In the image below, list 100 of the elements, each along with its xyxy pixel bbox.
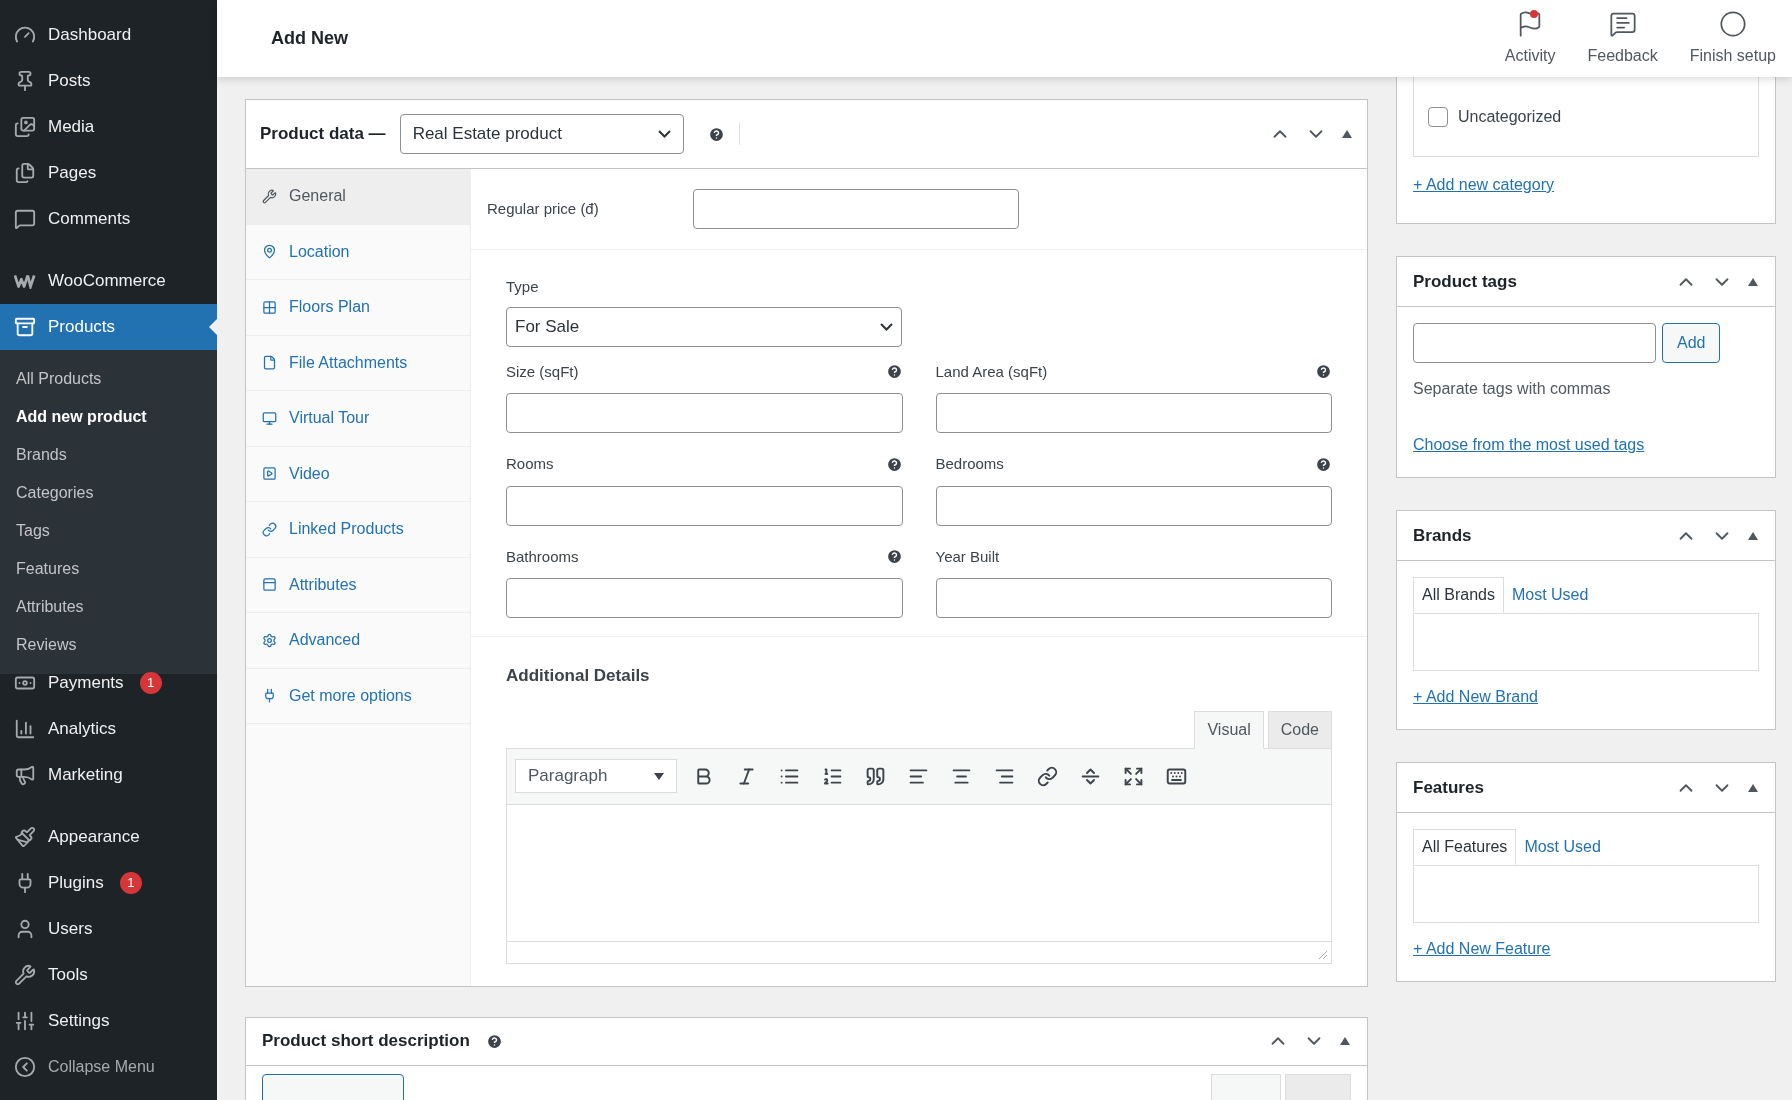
- tag-field[interactable]: [1413, 323, 1656, 363]
- box-title: Features: [1413, 776, 1484, 799]
- collapse-toggle-icon[interactable]: [1747, 782, 1759, 793]
- submenu-item[interactable]: Attributes: [0, 588, 217, 626]
- box-title: Product tags: [1413, 270, 1517, 293]
- data-tab[interactable]: Get more options: [246, 668, 470, 724]
- paintbrush-icon: [14, 826, 36, 848]
- header-action[interactable]: Feedback: [1571, 9, 1674, 68]
- data-tab[interactable]: Linked Products: [246, 502, 470, 558]
- add-term-link[interactable]: + Add New Feature: [1413, 937, 1759, 961]
- menu-item[interactable]: Users: [0, 906, 217, 952]
- hint-text: Separate tags with commas: [1413, 379, 1612, 399]
- text-field[interactable]: [506, 485, 903, 526]
- menu-item[interactable]: Tools: [0, 952, 217, 998]
- add-term-link[interactable]: + Add New Brand: [1413, 685, 1759, 709]
- panel-title: Product data —: [260, 123, 386, 146]
- monitor-icon: [262, 410, 277, 426]
- menu-item[interactable]: Products: [0, 304, 217, 350]
- text-field[interactable]: [935, 485, 1332, 526]
- taxonomy-tab[interactable]: Most Used: [1516, 829, 1609, 865]
- data-tab[interactable]: Location: [246, 224, 470, 280]
- caret-icon: [657, 130, 671, 138]
- add-category-link[interactable]: + Add new category: [1413, 173, 1759, 197]
- submenu-item[interactable]: Features: [0, 550, 217, 588]
- link-icon: [262, 521, 277, 537]
- menu-item[interactable]: Marketing: [0, 752, 217, 798]
- checkbox-label: Uncategorized: [1458, 106, 1562, 127]
- collapse-toggle-icon[interactable]: [1341, 129, 1353, 139]
- submenu-item[interactable]: Brands: [0, 436, 217, 474]
- wrench-icon: [14, 964, 36, 986]
- field-label: Year Built: [935, 546, 1000, 567]
- text-field[interactable]: [935, 393, 1332, 433]
- field-label: Bathrooms: [506, 546, 579, 567]
- text-field[interactable]: [506, 578, 903, 618]
- count-badge: 1: [139, 672, 162, 694]
- data-tab[interactable]: Attributes: [246, 557, 470, 613]
- menu-item[interactable]: WooCommerce: [0, 258, 217, 304]
- data-tab[interactable]: General: [246, 169, 470, 225]
- sliders-icon: [14, 1010, 36, 1032]
- file-icon: [262, 355, 277, 371]
- count-badge: 1: [119, 872, 142, 894]
- map-pin-icon: [262, 244, 277, 260]
- menu-item[interactable]: Collapse Menu: [0, 1044, 217, 1090]
- panel-icon: [262, 577, 277, 593]
- data-tab[interactable]: Floors Plan: [246, 280, 470, 336]
- format-select[interactable]: Paragraph: [515, 759, 677, 793]
- grid-icon: [262, 299, 277, 315]
- box-title: Product short description: [262, 1030, 470, 1053]
- taxonomy-tab[interactable]: All Brands: [1413, 577, 1504, 613]
- collapse-toggle-icon[interactable]: [1747, 276, 1759, 287]
- menu-item[interactable]: Settings: [0, 998, 217, 1044]
- pages-icon: [14, 162, 36, 184]
- field-label: Land Area (sqFt): [935, 361, 1048, 382]
- wrench-icon: [262, 188, 277, 204]
- menu-item[interactable]: Analytics: [0, 706, 217, 752]
- checkbox[interactable]: [1428, 106, 1448, 127]
- data-tab[interactable]: File Attachments: [246, 335, 470, 391]
- taxonomy-tab[interactable]: Most Used: [1503, 577, 1597, 613]
- menu-item[interactable]: Appearance: [0, 814, 217, 860]
- data-tab[interactable]: Video: [246, 446, 470, 502]
- rich-text-editor[interactable]: Paragraph: [506, 747, 1332, 964]
- header-action[interactable]: Finish setup: [1673, 9, 1792, 68]
- submenu-item[interactable]: Categories: [0, 474, 217, 512]
- megaphone-icon: [14, 764, 36, 786]
- menu-item[interactable]: Comments: [0, 196, 217, 242]
- menu-item[interactable]: Plugins 1: [0, 860, 217, 906]
- submenu-item[interactable]: Tags: [0, 512, 217, 550]
- images-icon: [14, 116, 36, 138]
- data-tab[interactable]: Advanced: [246, 613, 470, 669]
- data-tab[interactable]: Virtual Tour: [246, 391, 470, 447]
- most-used-tags-link[interactable]: Choose from the most used tags: [1413, 433, 1759, 457]
- field-label: Rooms: [506, 454, 554, 474]
- text-field[interactable]: [935, 578, 1332, 618]
- collapse-icon: [14, 1056, 36, 1078]
- collapse-toggle-icon[interactable]: [1339, 1036, 1351, 1046]
- header-action[interactable]: Activity: [1488, 9, 1572, 68]
- collapse-toggle-icon[interactable]: [1747, 530, 1759, 541]
- submenu-item[interactable]: Add new product: [0, 398, 217, 436]
- type-select[interactable]: For Sale: [506, 306, 902, 347]
- field-label: Size (sqFt): [506, 361, 579, 382]
- taxonomy-tab[interactable]: All Features: [1413, 829, 1517, 865]
- editor-tab[interactable]: Code: [1267, 710, 1332, 749]
- menu-item[interactable]: Dashboard: [0, 12, 217, 58]
- menu-item[interactable]: Media: [0, 104, 217, 150]
- menu-item[interactable]: Posts: [0, 58, 217, 104]
- speech-bubble-icon: [14, 208, 36, 230]
- blockquote-icon: [865, 765, 886, 787]
- menu-item[interactable]: Pages: [0, 150, 217, 196]
- bar-chart-icon: [14, 718, 36, 740]
- text-field[interactable]: [506, 393, 903, 433]
- editor-tab[interactable]: Visual: [1194, 710, 1264, 749]
- box-title: Brands: [1413, 524, 1472, 547]
- play-icon: [262, 466, 277, 482]
- resize-handle-icon[interactable]: [1318, 949, 1328, 960]
- gear-icon: [262, 632, 277, 648]
- caret-icon: [654, 772, 664, 780]
- price-field[interactable]: [693, 189, 1019, 229]
- submenu-item[interactable]: All Products: [0, 360, 217, 398]
- add-tag-button[interactable]: Add: [1662, 323, 1721, 363]
- product-type-select[interactable]: Real Estate product: [399, 114, 684, 154]
